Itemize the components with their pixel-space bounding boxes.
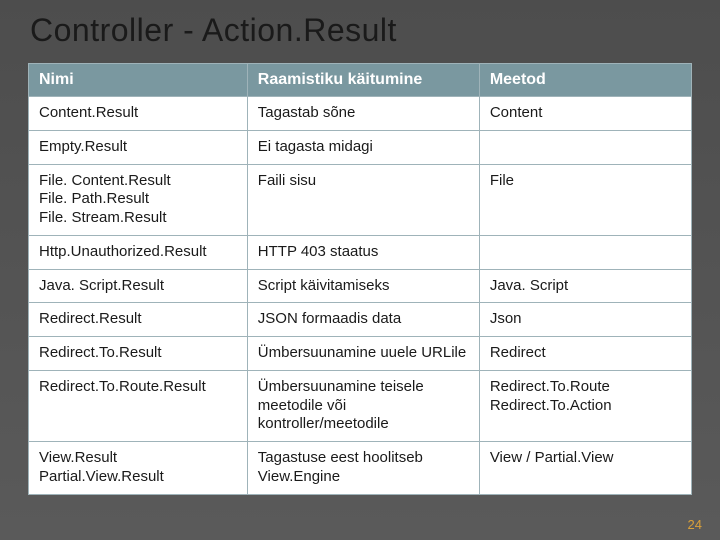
slide: Controller - Action.Result Nimi Raamisti…: [0, 0, 720, 540]
cell-nimi: Content.Result: [29, 97, 248, 131]
action-result-table: Nimi Raamistiku käitumine Meetod Content…: [28, 63, 692, 495]
table-row: Redirect.To.Result Ümbersuunamine uuele …: [29, 337, 692, 371]
cell-nimi: Redirect.Result: [29, 303, 248, 337]
table-row: Java. Script.Result Script käivitamiseks…: [29, 269, 692, 303]
cell-behavior: HTTP 403 staatus: [247, 235, 479, 269]
cell-behavior: JSON formaadis data: [247, 303, 479, 337]
table-row: Empty.Result Ei tagasta midagi: [29, 130, 692, 164]
col-header-meetod: Meetod: [479, 64, 691, 97]
cell-nimi: Empty.Result: [29, 130, 248, 164]
cell-method: Content: [479, 97, 691, 131]
table-header-row: Nimi Raamistiku käitumine Meetod: [29, 64, 692, 97]
cell-nimi: Redirect.To.Result: [29, 337, 248, 371]
slide-title: Controller - Action.Result: [28, 12, 692, 49]
cell-behavior: Tagastuse eest hoolitseb View.Engine: [247, 442, 479, 495]
cell-method: File: [479, 164, 691, 235]
cell-method: [479, 235, 691, 269]
table-row: File. Content.Result File. Path.Result F…: [29, 164, 692, 235]
cell-behavior: Script käivitamiseks: [247, 269, 479, 303]
cell-method: View / Partial.View: [479, 442, 691, 495]
cell-nimi: Http.Unauthorized.Result: [29, 235, 248, 269]
table-row: View.Result Partial.View.Result Tagastus…: [29, 442, 692, 495]
cell-method: [479, 130, 691, 164]
cell-nimi: View.Result Partial.View.Result: [29, 442, 248, 495]
cell-method: Redirect.To.Route Redirect.To.Action: [479, 370, 691, 441]
col-header-nimi: Nimi: [29, 64, 248, 97]
cell-behavior: Ei tagasta midagi: [247, 130, 479, 164]
table-row: Redirect.To.Route.Result Ümbersuunamine …: [29, 370, 692, 441]
cell-nimi: Redirect.To.Route.Result: [29, 370, 248, 441]
table-row: Http.Unauthorized.Result HTTP 403 staatu…: [29, 235, 692, 269]
table-row: Content.Result Tagastab sõne Content: [29, 97, 692, 131]
col-header-raamistiku: Raamistiku käitumine: [247, 64, 479, 97]
page-number: 24: [688, 517, 702, 532]
cell-method: Json: [479, 303, 691, 337]
cell-behavior: Tagastab sõne: [247, 97, 479, 131]
cell-method: Java. Script: [479, 269, 691, 303]
cell-nimi: Java. Script.Result: [29, 269, 248, 303]
cell-behavior: Ümbersuunamine uuele URLile: [247, 337, 479, 371]
cell-behavior: Ümbersuunamine teisele meetodile või kon…: [247, 370, 479, 441]
table-row: Redirect.Result JSON formaadis data Json: [29, 303, 692, 337]
cell-method: Redirect: [479, 337, 691, 371]
cell-nimi: File. Content.Result File. Path.Result F…: [29, 164, 248, 235]
cell-behavior: Faili sisu: [247, 164, 479, 235]
